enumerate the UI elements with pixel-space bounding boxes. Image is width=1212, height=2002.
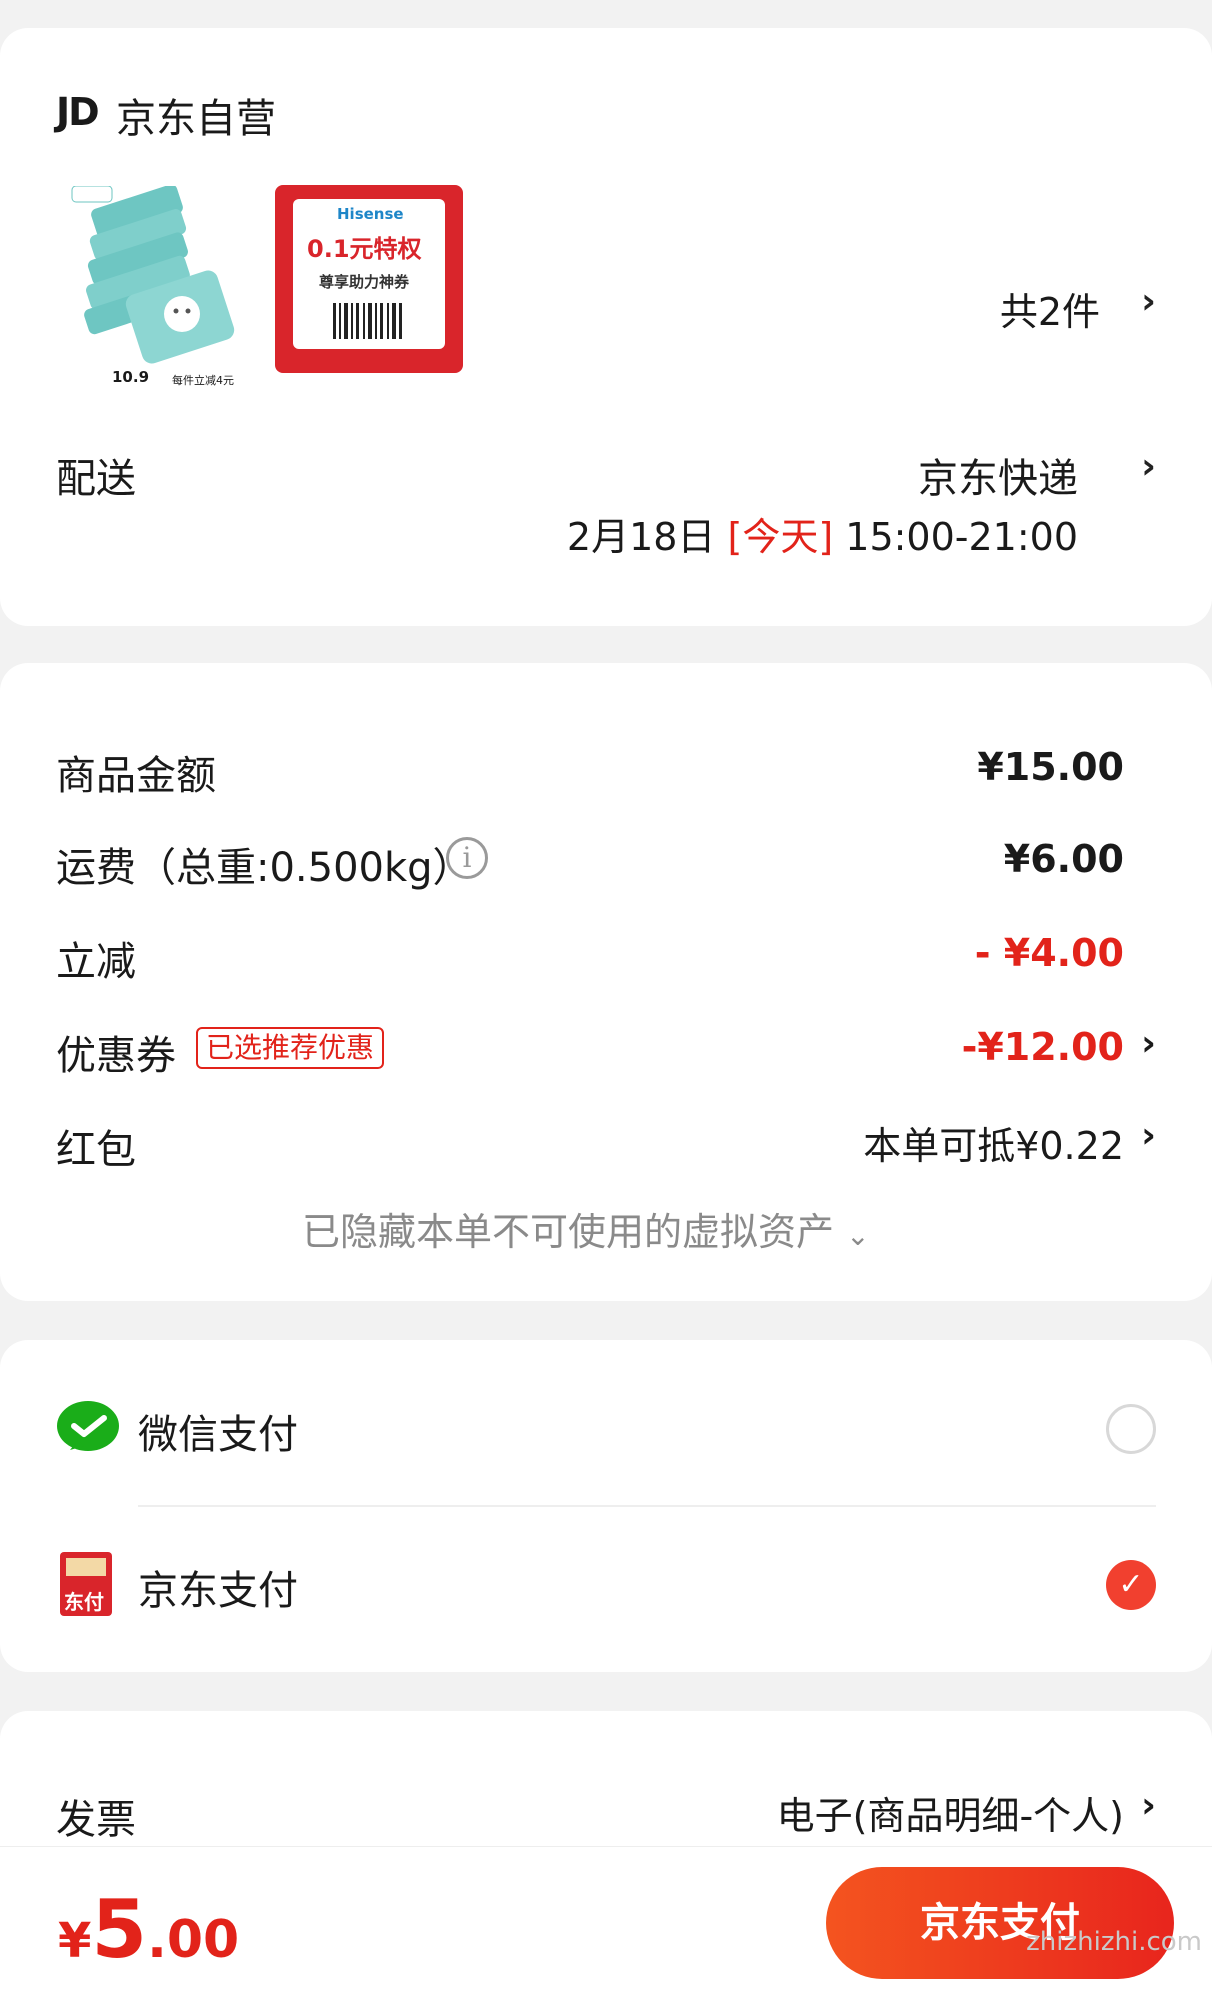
jd-logo: JD bbox=[56, 90, 100, 134]
store-name: 京东自营 bbox=[116, 96, 276, 142]
chevron-right-icon[interactable]: › bbox=[1141, 446, 1156, 487]
shipping-fee-label: 运费（总重:0.500kg） bbox=[56, 845, 473, 891]
coupon-headline: 0.1元特权 bbox=[307, 235, 422, 263]
coupon-subline: 尊享助力神券 bbox=[319, 273, 410, 291]
currency-symbol: ¥ bbox=[58, 1913, 92, 1969]
coupon-card: Hisense 0.1元特权 尊享助力神券 bbox=[293, 199, 445, 349]
chevron-right-icon[interactable]: › bbox=[1141, 1023, 1156, 1064]
total-decimal: .00 bbox=[147, 1910, 240, 1970]
order-total: ¥5.00 bbox=[58, 1883, 239, 1976]
checkout-bar: ¥5.00 京东支付 zhizhizhi.com bbox=[0, 1846, 1212, 2002]
wipes-package-image bbox=[71, 184, 235, 364]
item-count[interactable]: 共2件 bbox=[1000, 281, 1100, 336]
jd-pay-label: 京东支付 bbox=[138, 1568, 298, 1614]
product-thumbnail-coupon[interactable]: Hisense 0.1元特权 尊享助力神券 bbox=[275, 185, 463, 373]
invoice-value[interactable]: 电子(商品明细-个人) bbox=[777, 1785, 1124, 1840]
coupon-recommended-tag: 已选推荐优惠 bbox=[196, 1027, 385, 1069]
brand-name: Hisense bbox=[337, 205, 404, 223]
chevron-right-icon[interactable]: › bbox=[1141, 1115, 1156, 1156]
product-price-tag: 10.9 bbox=[112, 368, 150, 386]
red-packet-value[interactable]: 本单可抵¥0.22 bbox=[863, 1115, 1124, 1170]
instant-discount-value: - ¥4.00 bbox=[974, 931, 1124, 975]
coupon-value[interactable]: -¥12.00 bbox=[962, 1025, 1124, 1069]
instant-discount-label: 立减 bbox=[56, 939, 136, 985]
coupon-tag-text: 已选推荐优惠 bbox=[196, 1027, 385, 1069]
wechat-pay-radio[interactable] bbox=[1106, 1404, 1156, 1454]
jd-pay-icon-text: 东付 bbox=[64, 1590, 104, 1614]
jd-pay-icon: 东付 bbox=[60, 1552, 112, 1616]
hidden-assets-toggle[interactable]: 已隐藏本单不可使用的虚拟资产 ⌄ bbox=[302, 1201, 870, 1256]
coupon-label: 优惠券 bbox=[56, 1033, 176, 1079]
barcode-icon bbox=[333, 303, 402, 339]
chevron-right-icon[interactable]: › bbox=[1141, 1785, 1156, 1826]
delivery-label: 配送 bbox=[56, 456, 136, 502]
delivery-time: 2月18日 [今天] 15:00-21:00 bbox=[567, 506, 1078, 561]
jd-pay-radio-checked[interactable]: ✓ bbox=[1106, 1560, 1156, 1610]
divider bbox=[138, 1505, 1156, 1507]
shipping-fee-value: ¥6.00 bbox=[1003, 837, 1124, 881]
wechat-pay-label: 微信支付 bbox=[138, 1412, 298, 1458]
delivery-window: 15:00-21:00 bbox=[845, 515, 1078, 559]
hidden-assets-text: 已隐藏本单不可使用的虚拟资产 bbox=[302, 1210, 835, 1254]
chevron-down-icon: ⌄ bbox=[846, 1219, 870, 1252]
jd-pay-submit-button[interactable]: 京东支付 bbox=[826, 1867, 1174, 1979]
goods-amount-value: ¥15.00 bbox=[977, 745, 1124, 789]
invoice-label: 发票 bbox=[56, 1797, 136, 1843]
payment-methods-card: 微信支付 东付 京东支付 ✓ bbox=[0, 1340, 1212, 1672]
product-thumbnail-wipes[interactable] bbox=[62, 184, 240, 398]
goods-amount-label: 商品金额 bbox=[56, 753, 216, 799]
red-packet-label: 红包 bbox=[56, 1127, 136, 1173]
order-items-card: JD 京东自营 10.9 每件立减4元 Hisense 0.1元特权 尊享助力神… bbox=[0, 28, 1212, 626]
wechat-pay-icon bbox=[57, 1401, 119, 1451]
price-breakdown-card: 商品金额 ¥15.00 运费（总重:0.500kg） i ¥6.00 立减 - … bbox=[0, 663, 1212, 1301]
jd-pay-icon-stripe bbox=[66, 1558, 106, 1576]
today-tag: [今天] bbox=[727, 515, 834, 559]
watermark: zhizhizhi.com bbox=[1026, 1927, 1202, 1957]
product-badge: 每件立减4元 bbox=[172, 374, 234, 387]
delivery-method[interactable]: 京东快递 bbox=[918, 446, 1078, 504]
info-icon[interactable]: i bbox=[446, 837, 488, 879]
chevron-right-icon[interactable]: › bbox=[1141, 281, 1156, 322]
delivery-date: 2月18日 bbox=[566, 515, 716, 559]
total-integer: 5 bbox=[91, 1883, 148, 1976]
